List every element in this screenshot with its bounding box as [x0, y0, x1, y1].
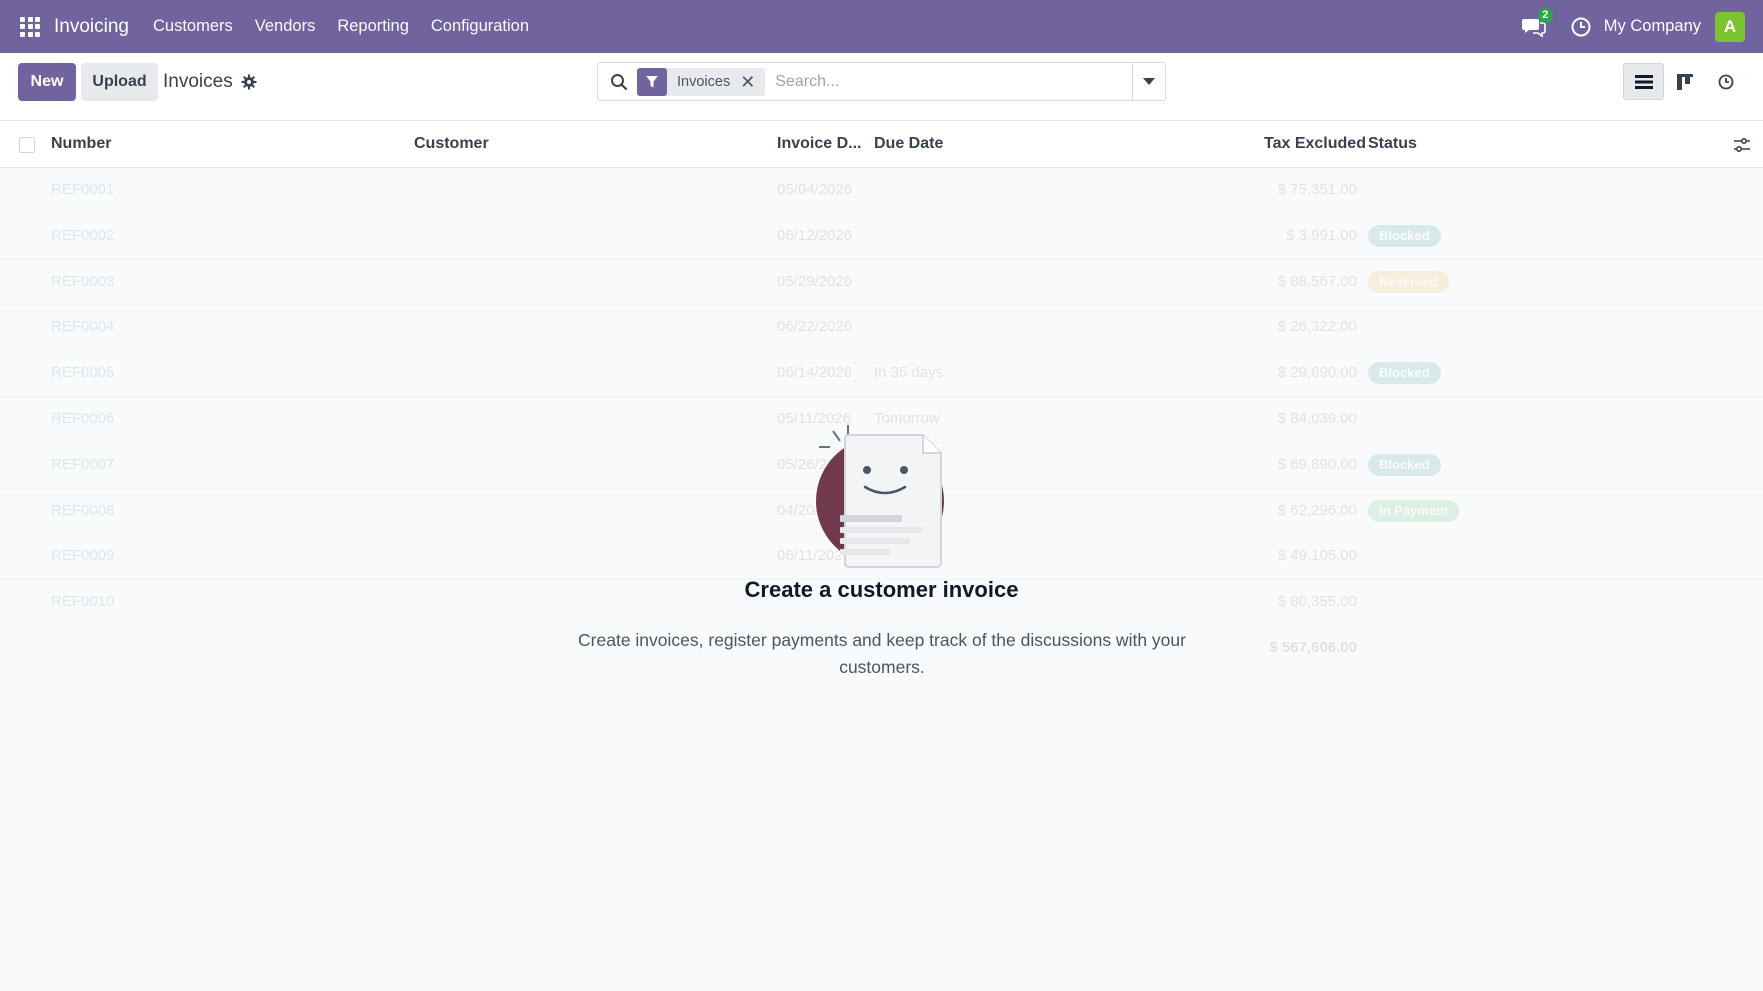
company-switcher[interactable]: My Company — [1604, 17, 1701, 36]
due-date: In 35 days — [874, 364, 944, 382]
search-facet: Invoices ✕ — [637, 67, 766, 96]
tax-excluded-amount: $ 62,296.00 — [1277, 501, 1357, 519]
column-status[interactable]: Status — [1368, 135, 1417, 153]
menu-customers[interactable]: Customers — [153, 17, 233, 36]
user-avatar[interactable]: A — [1715, 11, 1745, 42]
messages-count-badge: 2 — [1537, 7, 1553, 23]
top-navbar: Invoicing Customers Vendors Reporting Co… — [0, 0, 1763, 53]
table-header: Number Customer Invoice D... Due Date Ta… — [0, 121, 1763, 168]
invoice-date: 05/04/2026 — [777, 181, 853, 198]
page-title: Invoices — [163, 71, 233, 92]
activity-clock-icon[interactable] — [1570, 16, 1592, 38]
optional-columns-icon[interactable] — [1733, 136, 1751, 154]
search-bar: Invoices ✕ — [597, 62, 1166, 101]
column-due-date[interactable]: Due Date — [874, 135, 943, 153]
kanban-view-button[interactable] — [1664, 63, 1705, 100]
list-view-button[interactable] — [1623, 63, 1664, 100]
invoice-number: REF0004 — [51, 318, 115, 336]
table-row[interactable]: REF0004 06/22/2026 $ 26,322.00 — [0, 305, 1763, 352]
list-icon — [1634, 74, 1653, 89]
table-row[interactable]: REF0002 06/12/2026 $ 3,991.00 Blocked — [0, 214, 1763, 260]
empty-state-description: Create invoices, register payments and k… — [578, 630, 1186, 677]
column-number[interactable]: Number — [51, 135, 111, 153]
tax-excluded-amount: $ 49,105.00 — [1277, 547, 1357, 565]
invoice-number: REF0009 — [51, 547, 115, 565]
status-badge: Blocked — [1368, 453, 1441, 476]
total-amount: $ 567,606.00 — [1269, 638, 1357, 656]
column-customer[interactable]: Customer — [414, 135, 489, 153]
column-tax-excluded[interactable]: Tax Excluded — [1264, 135, 1366, 153]
filter-icon — [637, 67, 667, 96]
invoice-number: REF0001 — [51, 181, 115, 198]
breadcrumb: Invoices — [163, 71, 257, 93]
tax-excluded-amount: $ 84,039.00 — [1277, 409, 1357, 427]
invoice-date: 06/12/2026 — [777, 226, 853, 244]
menu-vendors[interactable]: Vendors — [255, 17, 316, 36]
menu-reporting[interactable]: Reporting — [337, 17, 409, 36]
tax-excluded-amount: $ 75,351.00 — [1277, 181, 1357, 198]
status-badge: Blocked — [1368, 362, 1441, 385]
facet-label: Invoices — [677, 73, 731, 90]
new-button[interactable]: New — [18, 63, 76, 101]
status-badge: Reversed — [1368, 270, 1449, 293]
control-panel: New Upload Invoices Invoices ✕ — [0, 53, 1763, 121]
table-row[interactable]: REF0003 05/29/2026 $ 88,567.00 Reversed — [0, 260, 1763, 306]
remove-facet-icon[interactable]: ✕ — [740, 73, 755, 91]
tax-excluded-amount: $ 3,991.00 — [1286, 226, 1357, 244]
clock-icon — [1718, 74, 1733, 89]
table-row[interactable]: REF0001 05/04/2026 $ 75,351.00 — [0, 168, 1763, 214]
app-name[interactable]: Invoicing — [54, 16, 129, 38]
invoice-number: REF0003 — [51, 272, 115, 290]
kanban-icon — [1676, 73, 1693, 90]
invoice-number: REF0006 — [51, 409, 115, 427]
search-input[interactable] — [775, 72, 1116, 91]
status-badge: Blocked — [1368, 224, 1441, 247]
apps-menu-icon[interactable] — [20, 16, 40, 37]
invoice-date: 05/29/2026 — [777, 272, 853, 290]
invoice-number: REF0008 — [51, 501, 115, 519]
activity-view-button[interactable] — [1705, 63, 1746, 100]
invoice-number: REF0002 — [51, 226, 115, 244]
status-badge: In Payment — [1368, 499, 1460, 522]
tax-excluded-amount: $ 26,322.00 — [1277, 318, 1357, 336]
column-invoice-date[interactable]: Invoice D... — [777, 135, 861, 153]
tax-excluded-amount: $ 69,890.00 — [1277, 455, 1357, 473]
invoice-number: REF0005 — [51, 364, 115, 382]
empty-state-title: Create a customer invoice — [744, 577, 1019, 602]
upload-button[interactable]: Upload — [81, 63, 158, 101]
tax-excluded-amount: $ 88,567.00 — [1277, 272, 1357, 290]
caret-down-icon — [1143, 78, 1155, 85]
invoice-date: 06/22/2026 — [777, 318, 853, 336]
view-switcher — [1623, 63, 1746, 100]
invoice-number: REF0007 — [51, 455, 115, 473]
select-all-checkbox[interactable] — [19, 137, 35, 153]
invoice-date: 06/14/2026 — [777, 364, 853, 382]
search-options-toggle[interactable] — [1132, 63, 1165, 100]
document-illustration — [816, 425, 944, 568]
gear-icon[interactable] — [241, 74, 257, 90]
messages-icon[interactable]: 2 — [1521, 7, 1553, 38]
tax-excluded-amount: $ 29,690.00 — [1277, 364, 1357, 382]
menu-configuration[interactable]: Configuration — [431, 17, 529, 36]
search-icon[interactable] — [610, 73, 628, 91]
table-row[interactable]: REF0005 06/14/2026 In 35 days $ 29,690.00 Bl… — [0, 351, 1763, 397]
